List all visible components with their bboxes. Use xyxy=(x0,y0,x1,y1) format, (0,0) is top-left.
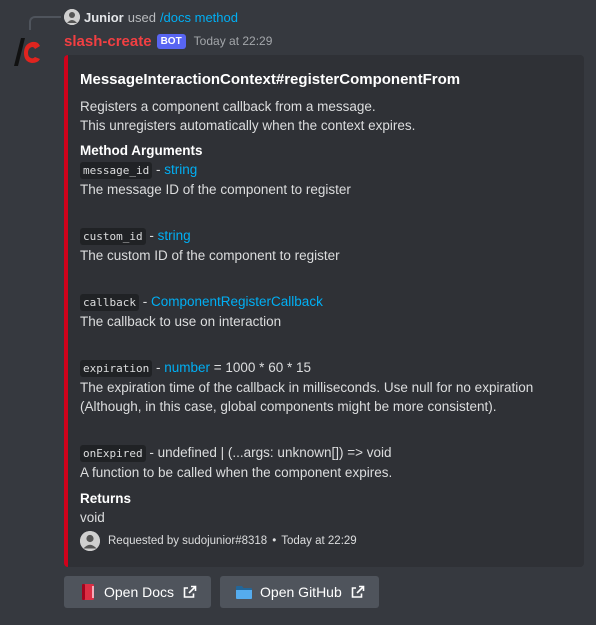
arg-desc-cont: (Although, in this case, global componen… xyxy=(80,399,497,414)
arg-item: message_id - string The message ID of th… xyxy=(80,160,572,199)
arg-sep: - xyxy=(152,162,165,177)
footer-avatar xyxy=(80,531,100,551)
arg-sep: - xyxy=(152,360,165,375)
reply-username[interactable]: Junior xyxy=(84,10,124,25)
message-header: slash-create BOT Today at 22:29 xyxy=(64,32,272,50)
slash-create-logo-icon xyxy=(14,38,40,66)
returns-heading: Returns xyxy=(80,491,132,506)
footer-time: Today at 22:29 xyxy=(281,535,357,547)
arg-name: custom_id xyxy=(80,228,146,245)
arg-type-link[interactable]: string xyxy=(164,162,197,177)
closed-book-icon xyxy=(79,583,97,601)
bot-avatar[interactable] xyxy=(10,32,50,72)
bot-tag: BOT xyxy=(156,33,186,49)
message-timestamp: Today at 22:29 xyxy=(193,34,273,48)
open-docs-button[interactable]: Open Docs xyxy=(64,576,212,608)
arg-sep: - xyxy=(138,294,151,309)
returns-value: void xyxy=(80,510,105,525)
external-link-icon xyxy=(183,585,197,599)
arg-type-text: - undefined | (...args: unknown[]) => vo… xyxy=(145,445,392,460)
external-link-icon xyxy=(351,585,365,599)
user-avatar-icon xyxy=(64,9,80,25)
reply-command[interactable]: /docs method xyxy=(160,10,238,25)
user-avatar-icon xyxy=(80,531,100,551)
arg-item: onExpired - undefined | (...args: unknow… xyxy=(80,443,572,482)
arg-desc: The custom ID of the component to regist… xyxy=(80,248,340,263)
embed-title: MessageInteractionContext#registerCompon… xyxy=(80,71,461,88)
arg-name: message_id xyxy=(80,162,153,179)
reply-verb: used xyxy=(127,9,156,25)
arg-default: = 1000 * 60 * 15 xyxy=(210,360,311,375)
arg-sep: - xyxy=(145,228,158,243)
open-github-label: Open GitHub xyxy=(260,584,342,600)
arg-name: expiration xyxy=(80,360,153,377)
arg-type-link[interactable]: ComponentRegisterCallback xyxy=(151,294,323,309)
args-heading: Method Arguments xyxy=(80,143,203,158)
footer-separator: • xyxy=(272,535,277,547)
arg-type-link[interactable]: string xyxy=(158,228,191,243)
arg-item: expiration - number = 1000 * 60 * 15 The… xyxy=(80,358,572,416)
footer-requested-by: Requested by sudojunior#8318 xyxy=(108,535,268,547)
arg-name: onExpired xyxy=(80,445,146,462)
arg-desc: The callback to use on interaction xyxy=(80,314,282,329)
arg-type-link[interactable]: number xyxy=(164,360,210,375)
arg-item: custom_id - string The custom ID of the … xyxy=(80,226,572,265)
description-line: Registers a component callback from a me… xyxy=(80,99,376,114)
open-github-button[interactable]: Open GitHub xyxy=(220,576,379,608)
reply-connector xyxy=(29,16,61,30)
arg-desc: A function to be called when the compone… xyxy=(80,465,393,480)
embed-footer: Requested by sudojunior#8318 • Today at … xyxy=(80,531,357,551)
author-name[interactable]: slash-create xyxy=(64,33,152,50)
reply-user-avatar[interactable] xyxy=(64,9,80,25)
arg-item: callback - ComponentRegisterCallback The… xyxy=(80,292,572,331)
embed: MessageInteractionContext#registerCompon… xyxy=(64,55,584,567)
blue-folder-icon xyxy=(235,584,253,600)
description-line: This unregisters automatically when the … xyxy=(80,118,416,133)
arg-desc: The message ID of the component to regis… xyxy=(80,182,351,197)
open-docs-label: Open Docs xyxy=(104,584,175,600)
arg-desc: The expiration time of the callback in m… xyxy=(80,380,534,395)
reply-reference[interactable]: Junior used /docs method xyxy=(64,8,238,26)
action-row: Open Docs Open GitHub xyxy=(64,576,379,608)
embed-description: Registers a component callback from a me… xyxy=(80,97,572,135)
arg-name: callback xyxy=(80,294,139,311)
